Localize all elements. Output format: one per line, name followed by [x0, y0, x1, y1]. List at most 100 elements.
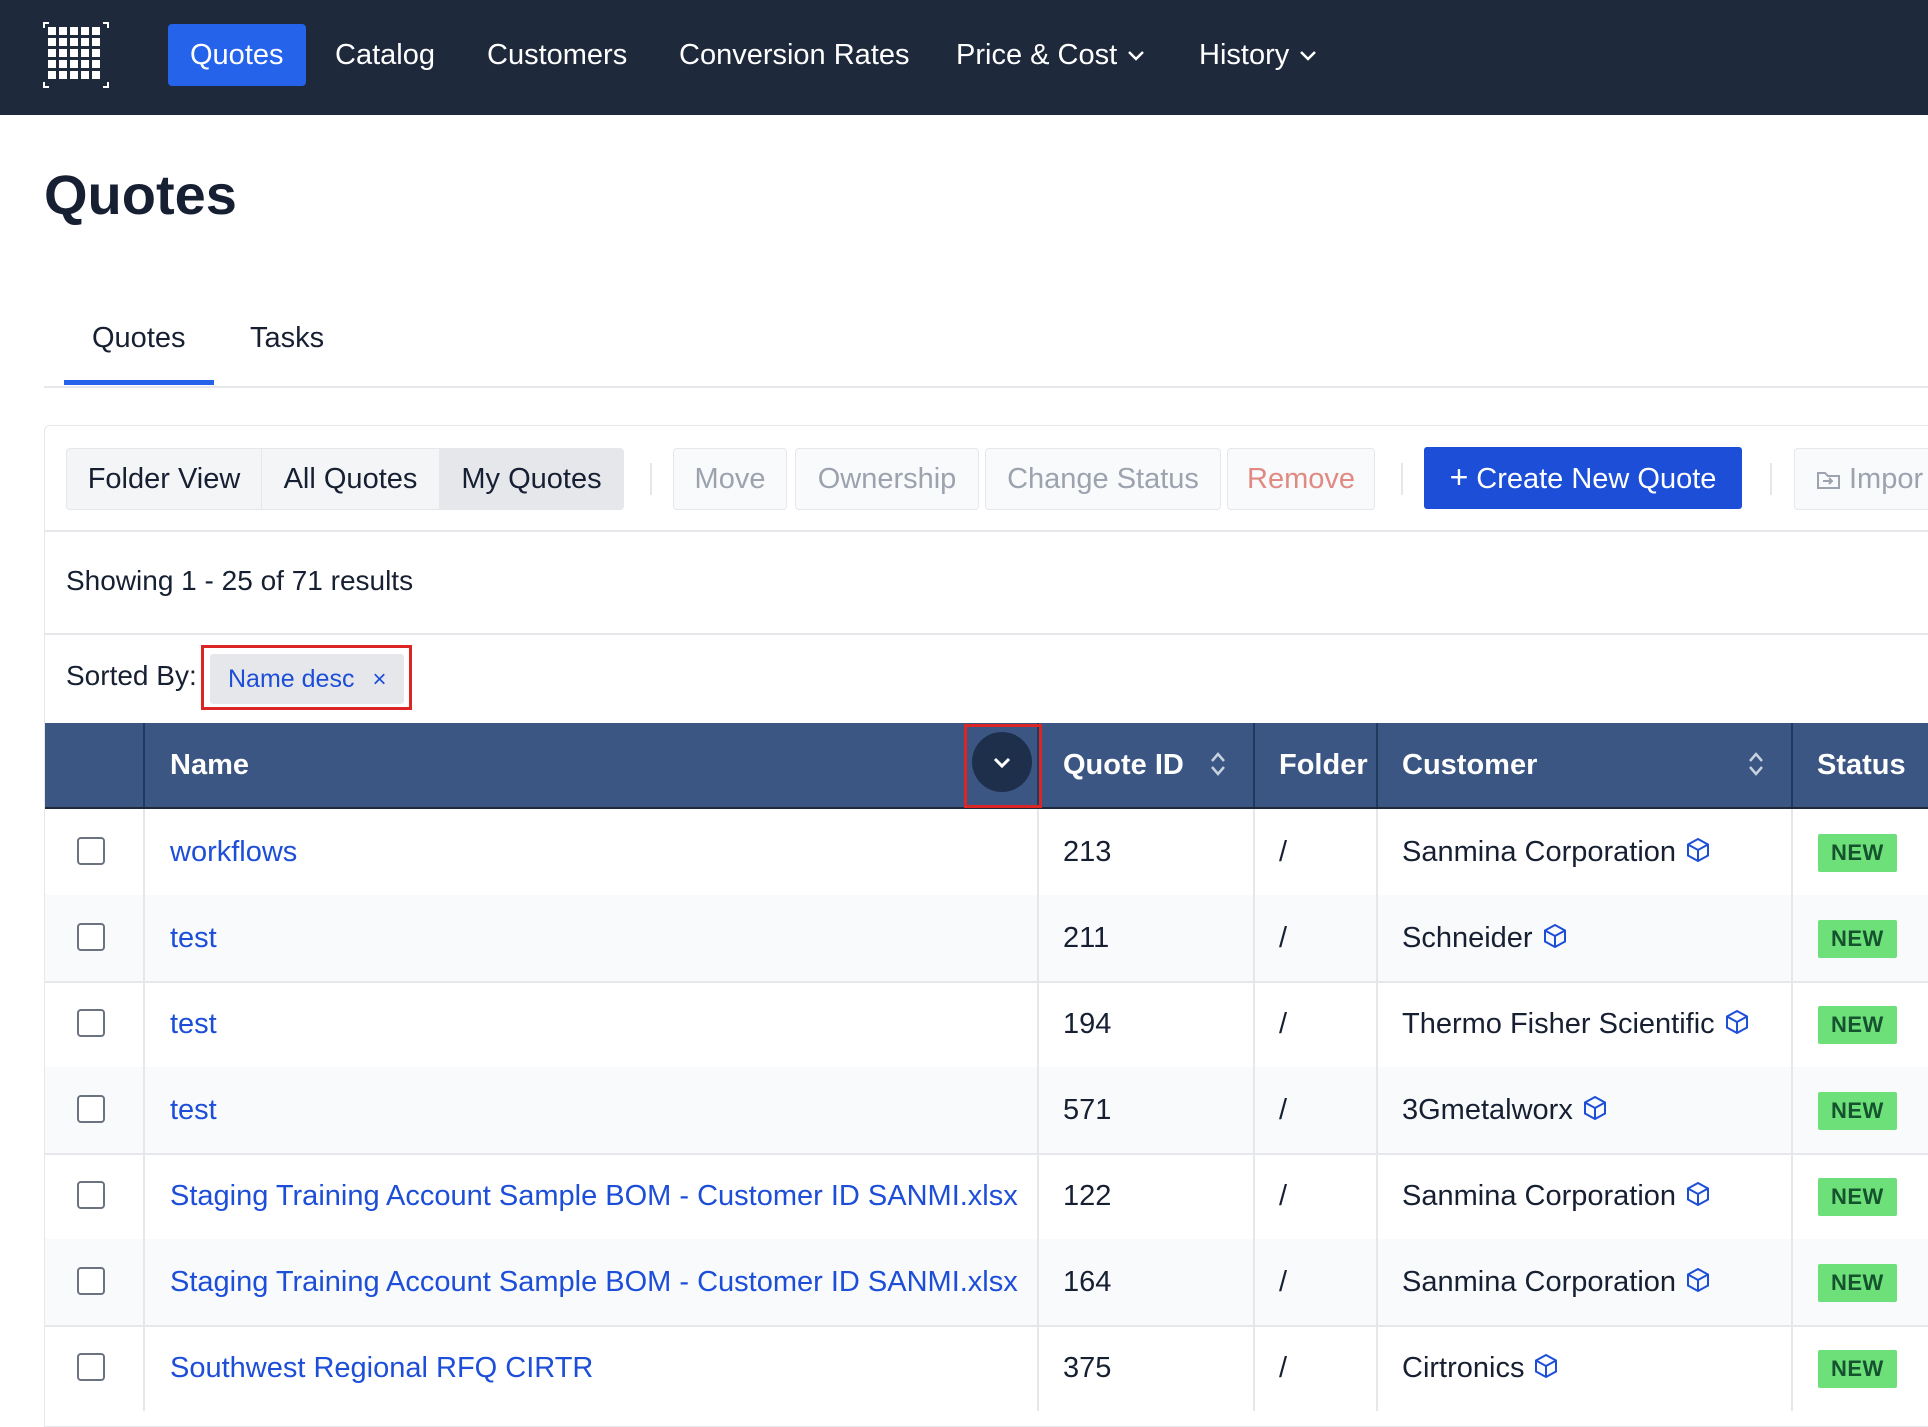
column-divider [143, 981, 145, 1067]
column-header-status[interactable]: Status [1817, 723, 1906, 807]
nav-item-conversion-rates[interactable]: Conversion Rates [679, 24, 910, 86]
divider [44, 633, 1928, 635]
ownership-button[interactable]: Ownership [795, 448, 979, 510]
folder-cell: / [1279, 1094, 1288, 1126]
table-row[interactable]: test 211 / Schneider NEW [45, 895, 1928, 983]
toolbar-divider [1770, 463, 1772, 495]
import-button[interactable]: Impor [1794, 448, 1928, 510]
status-badge: NEW [1818, 834, 1897, 872]
quote-id-cell: 122 [1063, 1180, 1112, 1212]
customer-name: Sanmina Corporation [1402, 836, 1677, 868]
column-divider [1791, 1153, 1793, 1239]
column-divider [143, 1239, 145, 1325]
table-row[interactable]: test 571 / 3Gmetalworx NEW [45, 1067, 1928, 1155]
column-header-quote-id[interactable]: Quote ID [1063, 723, 1184, 807]
toolbar-divider [1401, 463, 1403, 495]
column-divider [143, 895, 145, 981]
column-divider [1253, 981, 1255, 1067]
quote-name-link[interactable]: workflows [170, 809, 297, 895]
remove-button[interactable]: Remove [1227, 448, 1375, 510]
column-divider [1791, 723, 1793, 807]
column-header-customer[interactable]: Customer [1402, 723, 1537, 807]
column-divider [1791, 1239, 1793, 1325]
cube-icon[interactable] [1541, 922, 1569, 950]
sorted-by-label: Sorted By: [66, 660, 197, 691]
column-divider [1037, 1325, 1039, 1411]
column-divider [1253, 1239, 1255, 1325]
folder-view-button[interactable]: Folder View [66, 448, 262, 510]
cube-icon[interactable] [1684, 1180, 1712, 1208]
sort-updown-icon[interactable] [1210, 751, 1226, 777]
quote-name-link[interactable]: test [170, 895, 217, 981]
move-button[interactable]: Move [673, 448, 787, 510]
nav-item-customers[interactable]: Customers [487, 24, 627, 86]
nav-item-label: History [1199, 39, 1290, 71]
change-status-button[interactable]: Change Status [985, 448, 1221, 510]
row-checkbox[interactable] [77, 1353, 105, 1381]
tab-quotes[interactable]: Quotes [92, 322, 186, 355]
nav-item-quotes[interactable]: Quotes [168, 24, 306, 86]
row-checkbox[interactable] [77, 1009, 105, 1037]
customer-name: Sanmina Corporation [1402, 1266, 1677, 1298]
quote-id-cell: 375 [1063, 1352, 1112, 1384]
highlight-box [201, 645, 412, 710]
column-divider [1791, 981, 1793, 1067]
sort-updown-icon[interactable] [1748, 751, 1764, 777]
customer-cell: 3Gmetalworx [1402, 1067, 1609, 1153]
row-checkbox[interactable] [77, 837, 105, 865]
row-checkbox[interactable] [77, 923, 105, 951]
cube-icon[interactable] [1723, 1008, 1751, 1036]
column-divider [1037, 895, 1039, 981]
column-divider [1791, 1067, 1793, 1153]
status-badge: NEW [1818, 1350, 1897, 1388]
nav-item-label: Price & Cost [956, 39, 1118, 71]
row-checkbox[interactable] [77, 1095, 105, 1123]
plus-icon: + [1449, 459, 1469, 495]
quote-id-cell: 213 [1063, 836, 1112, 868]
customer-cell: Thermo Fisher Scientific [1402, 981, 1751, 1067]
nav-item-history[interactable]: History [1199, 24, 1317, 86]
row-checkbox[interactable] [77, 1181, 105, 1209]
folder-cell: / [1279, 1008, 1288, 1040]
quote-name-link[interactable]: test [170, 1067, 217, 1153]
column-header-folder[interactable]: Folder [1279, 723, 1368, 807]
import-icon [1817, 472, 1840, 490]
column-divider [1376, 895, 1378, 981]
grid-logo-icon[interactable] [43, 22, 109, 88]
column-divider [143, 809, 145, 895]
status-badge: NEW [1818, 920, 1897, 958]
table-row[interactable]: test 194 / Thermo Fisher Scientific NEW [45, 981, 1928, 1069]
create-new-quote-button[interactable]: + Create New Quote [1424, 447, 1742, 509]
column-divider [1791, 809, 1793, 895]
quote-id-cell: 571 [1063, 1094, 1112, 1126]
cube-icon[interactable] [1532, 1352, 1560, 1380]
cube-icon[interactable] [1684, 1266, 1712, 1294]
column-divider [1253, 1153, 1255, 1239]
column-divider [1376, 1153, 1378, 1239]
cube-icon[interactable] [1684, 836, 1712, 864]
column-divider [1253, 1067, 1255, 1153]
table-row[interactable]: workflows 213 / Sanmina Corporation NEW [45, 809, 1928, 897]
cube-icon[interactable] [1581, 1094, 1609, 1122]
all-quotes-button[interactable]: All Quotes [261, 448, 440, 510]
table-row[interactable]: Staging Training Account Sample BOM - Cu… [45, 1153, 1928, 1241]
quote-name-link[interactable]: Staging Training Account Sample BOM - Cu… [170, 1153, 1018, 1239]
table-row[interactable]: Staging Training Account Sample BOM - Cu… [45, 1239, 1928, 1327]
tab-tasks[interactable]: Tasks [250, 322, 324, 355]
folder-cell: / [1279, 1180, 1288, 1212]
row-checkbox[interactable] [77, 1267, 105, 1295]
quote-name-link[interactable]: test [170, 981, 217, 1067]
nav-item-price-cost[interactable]: Price & Cost [956, 24, 1145, 86]
table-row[interactable]: Southwest Regional RFQ CIRTR 375 / Cirtr… [45, 1325, 1928, 1411]
customer-cell: Sanmina Corporation [1402, 1239, 1712, 1325]
customer-name: Schneider [1402, 922, 1533, 954]
quote-name-link[interactable]: Staging Training Account Sample BOM - Cu… [170, 1239, 1018, 1325]
column-divider [143, 1153, 145, 1239]
quote-id-cell: 194 [1063, 1008, 1112, 1040]
column-header-name[interactable]: Name [170, 723, 249, 807]
my-quotes-button[interactable]: My Quotes [439, 448, 624, 510]
chevron-down-icon [1300, 51, 1317, 62]
quote-name-link[interactable]: Southwest Regional RFQ CIRTR [170, 1325, 593, 1411]
folder-cell: / [1279, 1266, 1288, 1298]
nav-item-catalog[interactable]: Catalog [335, 24, 435, 86]
